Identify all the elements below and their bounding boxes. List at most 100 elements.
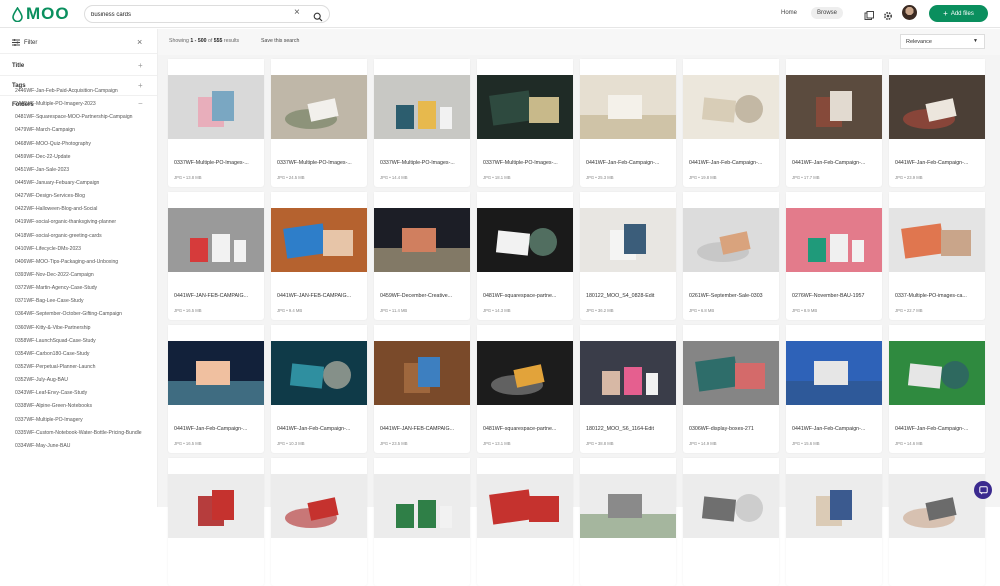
asset-card[interactable]: 0481WF-squarespace-partne... JPG • 13.1 M…: [477, 325, 573, 453]
asset-thumbnail[interactable]: [580, 458, 676, 554]
folder-item[interactable]: 0393WF-Nov-Dec-2022-Campaign: [15, 272, 145, 278]
folder-item[interactable]: 0406WF-MOO-Tips-Packaging-and-Unboxing: [15, 259, 145, 265]
folder-item[interactable]: 0451WF-Jan-Sale-2023: [15, 167, 145, 173]
asset-card[interactable]: [580, 458, 676, 586]
asset-thumbnail[interactable]: [889, 325, 985, 421]
asset-card[interactable]: 0337WF-Multiple-PO-Images-... JPG • 18.1 …: [477, 59, 573, 187]
folder-item[interactable]: 2446WF-Multiple-PO-Imagery-2023: [15, 101, 145, 107]
folder-item[interactable]: 0334WF-May-June-BAU: [15, 443, 145, 449]
asset-card[interactable]: [786, 458, 882, 586]
folder-item[interactable]: 0364WF-September-October-Gifting-Campaig…: [15, 311, 145, 317]
save-search-link[interactable]: Save this search: [261, 38, 299, 44]
asset-card[interactable]: 0306WF-display-boxes-271 JPG • 14.9 MB: [683, 325, 779, 453]
asset-card[interactable]: [168, 458, 264, 586]
asset-card[interactable]: 0441WF-Jan-Feb-Campaign-... JPG • 23.9 MB: [889, 59, 985, 187]
asset-card[interactable]: 0441WF-Jan-Feb-Campaign-... JPG • 14.6 MB: [889, 325, 985, 453]
asset-thumbnail[interactable]: [683, 458, 779, 554]
folder-item[interactable]: 0445WF-January-Febuary-Campaign: [15, 180, 145, 186]
asset-card[interactable]: 0441WF-Jan-Feb-Campaign-... JPG • 16.5 MB: [168, 325, 264, 453]
nav-home[interactable]: Home: [775, 7, 803, 19]
asset-thumbnail[interactable]: [889, 59, 985, 155]
asset-thumbnail[interactable]: [271, 458, 367, 554]
folder-item[interactable]: 0459WF-Dec-22-Update: [15, 154, 145, 160]
folder-item[interactable]: 0335WF-Custom-Notebook-Water-Bottle-Pric…: [15, 430, 145, 436]
folder-item[interactable]: 0343WF-Leaf-Envy-Case-Study: [15, 390, 145, 396]
search-input[interactable]: [91, 8, 281, 21]
asset-card[interactable]: 180122_MOO_S6_1164-Edit JPG • 38.8 MB: [580, 325, 676, 453]
folder-item[interactable]: 2446WF-Jan-Feb-Paid-Acquisition-Campaign: [15, 88, 145, 94]
asset-card[interactable]: [889, 458, 985, 586]
folder-item[interactable]: 0481WF-Squarespace-MOO-Partnership-Campa…: [15, 114, 145, 120]
asset-thumbnail[interactable]: [683, 192, 779, 288]
asset-card[interactable]: 0261WF-September-Sale-0303 JPG • 6.8 MB: [683, 192, 779, 320]
folder-item[interactable]: 0418WF-social-organic-greeting-cards: [15, 233, 145, 239]
asset-thumbnail[interactable]: [580, 59, 676, 155]
section-title[interactable]: Title: [12, 63, 24, 69]
asset-thumbnail[interactable]: [580, 192, 676, 288]
asset-thumbnail[interactable]: [374, 192, 470, 288]
asset-thumbnail[interactable]: [683, 325, 779, 421]
asset-card[interactable]: 0481WF-squarespace-partne... JPG • 14.3 M…: [477, 192, 573, 320]
folder-item[interactable]: 0468WF-MOO-Quiz-Photography: [15, 141, 145, 147]
folder-item[interactable]: 0352WF-July-Aug-BAU: [15, 377, 145, 383]
asset-thumbnail[interactable]: [374, 59, 470, 155]
asset-card[interactable]: [374, 458, 470, 586]
asset-thumbnail[interactable]: [477, 325, 573, 421]
asset-card[interactable]: 0441WF-Jan-Feb-Campaign-... JPG • 10.3 MB: [271, 325, 367, 453]
asset-thumbnail[interactable]: [786, 192, 882, 288]
nav-browse[interactable]: Browse: [811, 7, 844, 19]
asset-thumbnail[interactable]: [168, 325, 264, 421]
asset-card[interactable]: 0441WF-Jan-Feb-Campaign-... JPG • 15.6 MB: [786, 325, 882, 453]
folder-item[interactable]: 0427WF-Design-Services-Blog: [15, 193, 145, 199]
asset-card[interactable]: 0337WF-Multiple-PO-Images-... JPG • 13.8 …: [168, 59, 264, 187]
asset-thumbnail[interactable]: [786, 59, 882, 155]
asset-card[interactable]: 0441WF-Jan-Feb-Campaign-... JPG • 17.7 MB: [786, 59, 882, 187]
clear-search-icon[interactable]: ×: [294, 7, 300, 18]
search-icon[interactable]: [313, 9, 323, 27]
asset-card[interactable]: [683, 458, 779, 586]
folder-item[interactable]: 0352WF-Perpetual-Planner-Launch: [15, 364, 145, 370]
folder-item[interactable]: 0419WF-social-organic-thanksgiving-plann…: [15, 219, 145, 225]
add-files-button[interactable]: + Add files: [929, 5, 988, 22]
asset-thumbnail[interactable]: [271, 192, 367, 288]
asset-thumbnail[interactable]: [374, 325, 470, 421]
asset-thumbnail[interactable]: [889, 192, 985, 288]
asset-thumbnail[interactable]: [271, 325, 367, 421]
asset-card[interactable]: 0276WF-November-BAU-1957 JPG • 8.9 MB: [786, 192, 882, 320]
folder-item[interactable]: 0371WF-Bag-Lee-Case-Study: [15, 298, 145, 304]
asset-card[interactable]: 0459WF-December-Creative... JPG • 11.4 MB: [374, 192, 470, 320]
expand-title-icon[interactable]: +: [138, 61, 143, 70]
asset-card[interactable]: 0337-Multiple-PO-images-ca... JPG • 22.7 …: [889, 192, 985, 320]
asset-thumbnail[interactable]: [786, 458, 882, 554]
close-filter-icon[interactable]: ×: [137, 37, 142, 47]
sort-dropdown[interactable]: Relevance ▼: [900, 34, 985, 49]
folder-item[interactable]: 0338WF-Alpine-Green-Notebooks: [15, 403, 145, 409]
asset-thumbnail[interactable]: [168, 192, 264, 288]
asset-card[interactable]: 180122_MOO_S4_0828-Edit JPG • 36.2 MB: [580, 192, 676, 320]
asset-card[interactable]: 0441WF-Jan-Feb-Campaign-... JPG • 19.8 MB: [683, 59, 779, 187]
asset-thumbnail[interactable]: [271, 59, 367, 155]
asset-card[interactable]: 0337WF-Multiple-PO-Images-... JPG • 24.5 …: [271, 59, 367, 187]
asset-thumbnail[interactable]: [168, 59, 264, 155]
collections-icon[interactable]: [864, 8, 874, 26]
moo-logo[interactable]: MOO: [12, 4, 70, 24]
asset-thumbnail[interactable]: [683, 59, 779, 155]
asset-card[interactable]: 0337WF-Multiple-PO-Images-... JPG • 14.4 …: [374, 59, 470, 187]
folder-item[interactable]: 0337WF-Multiple-PO-Imagery: [15, 417, 145, 423]
folder-item[interactable]: 0354WF-Carbon180-Case-Study: [15, 351, 145, 357]
asset-card[interactable]: 0441WF-Jan-Feb-Campaign-... JPG • 25.3 MB: [580, 59, 676, 187]
folder-item[interactable]: 0358WF-LaunchSquad-Case-Study: [15, 338, 145, 344]
chat-button[interactable]: [974, 481, 992, 499]
asset-card[interactable]: [271, 458, 367, 586]
asset-card[interactable]: 0441WF-JAN-FEB-CAMPAIG... JPG • 16.5 MB: [168, 192, 264, 320]
asset-thumbnail[interactable]: [374, 458, 470, 554]
user-avatar[interactable]: [902, 5, 917, 20]
asset-thumbnail[interactable]: [580, 325, 676, 421]
asset-thumbnail[interactable]: [889, 458, 985, 554]
gear-icon[interactable]: [883, 8, 893, 26]
asset-thumbnail[interactable]: [168, 458, 264, 554]
folder-item[interactable]: 0410WF-Lifecycle-DMs-2023: [15, 246, 145, 252]
asset-card[interactable]: 0441WF-JAN-FEB-CAMPAIG... JPG • 9.4 MB: [271, 192, 367, 320]
asset-card[interactable]: [477, 458, 573, 586]
asset-card[interactable]: 0441WF-JAN-FEB-CAMPAIG... JPG • 23.5 MB: [374, 325, 470, 453]
